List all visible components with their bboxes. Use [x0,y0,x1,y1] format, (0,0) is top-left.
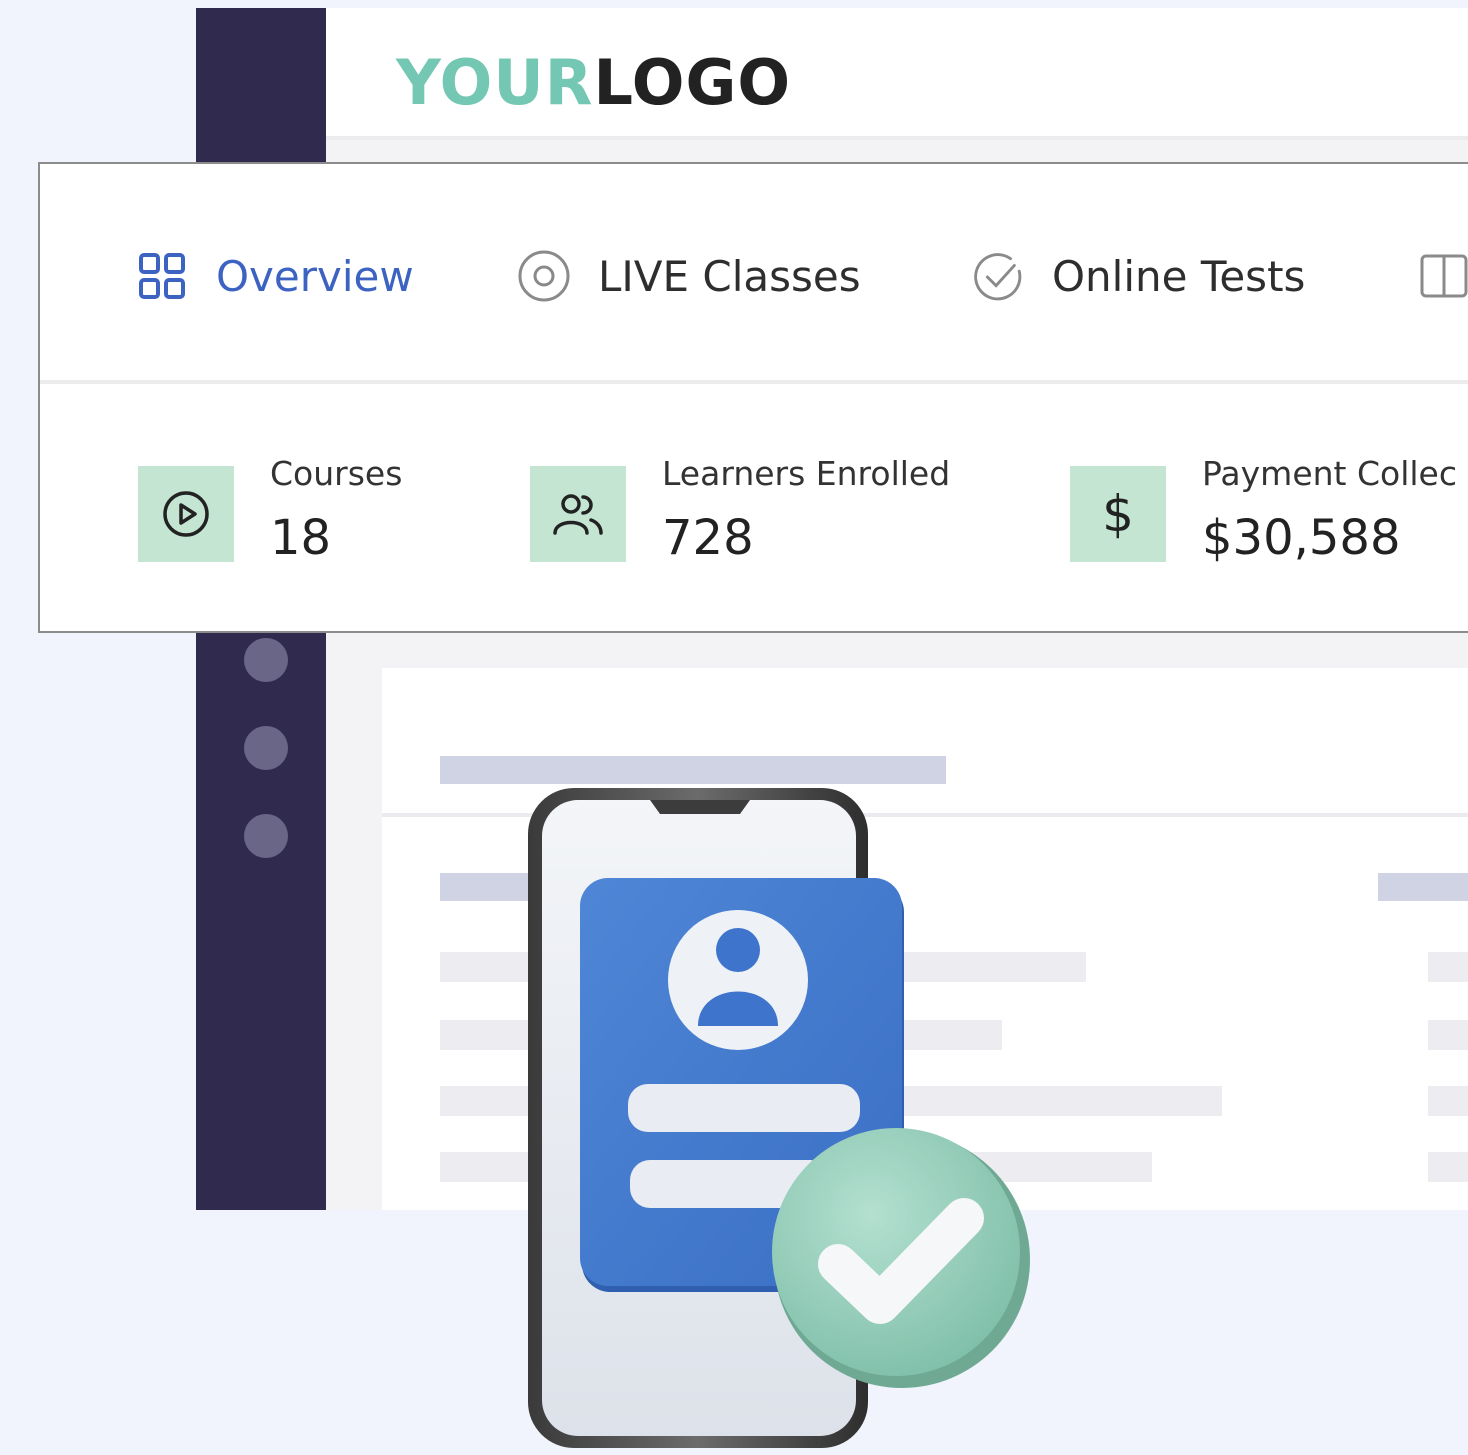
logo-text-part1: YOUR [396,46,594,119]
stat-courses[interactable]: Courses 18 [138,454,478,566]
play-icon [138,466,234,562]
placeholder-row [1428,1086,1468,1116]
placeholder-row [1428,1152,1468,1182]
phone-verified-illustration [520,782,1040,1451]
logo-text-part2: LOGO [593,46,792,119]
sidebar-nav-dot[interactable] [244,638,288,682]
tab-online-tests[interactable]: Online Tests [972,246,1305,306]
tab-bar: Overview LIVE Classes Online Tests [40,164,1468,384]
sidebar-nav-dot[interactable] [244,814,288,858]
overview-card: Overview LIVE Classes Online Tests Cours… [38,162,1468,633]
users-icon [530,466,626,562]
grid-icon [136,250,188,302]
stat-label: Learners Enrolled [662,454,951,493]
phone-profile-icon [528,788,1030,1448]
tab-overview[interactable]: Overview [136,246,414,306]
tab-label: Overview [216,251,414,301]
header: YOURLOGO [326,8,1468,140]
check-circle-icon [972,250,1024,302]
placeholder-row [1428,1020,1468,1050]
stat-label: Courses [270,454,403,493]
stat-value: $30,588 [1202,510,1401,566]
sidebar-nav-dot[interactable] [244,726,288,770]
stat-payment[interactable]: $ Payment Collec $30,588 [1070,454,1468,566]
placeholder-row [1428,952,1468,982]
stat-label: Payment Collec [1202,454,1457,493]
dollar-icon: $ [1070,466,1166,562]
stat-value: 18 [270,510,332,566]
tab-label: LIVE Classes [598,251,861,301]
brand-logo[interactable]: YOURLOGO [396,48,791,118]
live-circle-icon [518,250,570,302]
tab-more[interactable] [1418,246,1468,306]
placeholder-heading [1378,873,1468,901]
placeholder-title [440,756,946,784]
tab-live-classes[interactable]: LIVE Classes [518,246,861,306]
book-icon [1418,250,1468,302]
stat-learners[interactable]: Learners Enrolled 728 [530,454,1010,566]
tab-label: Online Tests [1052,251,1306,301]
stat-value: 728 [662,510,754,566]
